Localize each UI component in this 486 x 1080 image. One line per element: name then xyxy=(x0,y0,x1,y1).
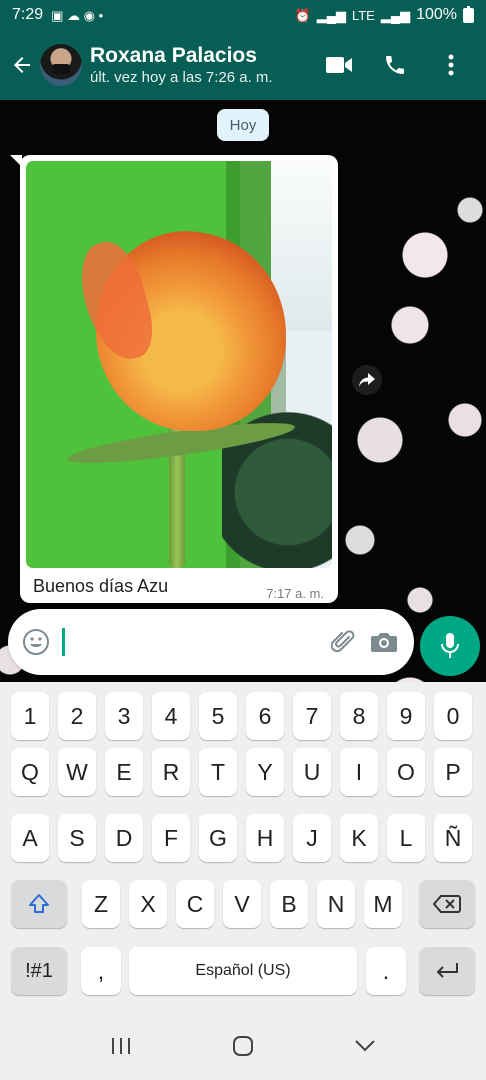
key-f[interactable]: F xyxy=(152,814,190,862)
period-key[interactable]: . xyxy=(366,947,406,995)
key-w[interactable]: W xyxy=(58,748,96,796)
key-e[interactable]: E xyxy=(105,748,143,796)
camera-icon[interactable] xyxy=(364,622,404,662)
message-input[interactable] xyxy=(62,622,324,662)
battery-icon xyxy=(463,5,474,23)
key-3[interactable]: 3 xyxy=(105,692,143,740)
key-y[interactable]: Y xyxy=(246,748,284,796)
key-p[interactable]: P xyxy=(434,748,472,796)
last-seen-status: últ. vez hoy a las 7:26 a. m. xyxy=(90,69,273,86)
message-caption: Buenos días Azu xyxy=(33,576,169,596)
video-call-icon[interactable] xyxy=(320,46,358,84)
battery-percent: 100% xyxy=(416,6,457,23)
recent-apps-icon[interactable] xyxy=(96,1026,146,1066)
shift-key[interactable] xyxy=(11,880,67,928)
system-nav-bar xyxy=(0,1012,486,1080)
backspace-key[interactable] xyxy=(419,880,475,928)
message-time: 7:17 a. m. xyxy=(266,586,324,601)
key-n[interactable]: N xyxy=(317,880,355,928)
key-x[interactable]: X xyxy=(129,880,167,928)
microphone-icon xyxy=(441,633,459,658)
microphone-button[interactable] xyxy=(420,616,480,676)
keyboard: 1234567890 QWERTYUIOP ASDFGHJKLÑ ZXCVBNM… xyxy=(0,682,486,1012)
message-input-bar xyxy=(8,609,414,675)
key-1[interactable]: 1 xyxy=(11,692,49,740)
key-m[interactable]: M xyxy=(364,880,402,928)
notification-icons: ▣ ☁ ◉ • xyxy=(51,7,104,23)
key-h[interactable]: H xyxy=(246,814,284,862)
comma-key[interactable]: , xyxy=(81,947,121,995)
contact-name: Roxana Palacios xyxy=(90,44,257,67)
status-time: 7:29 xyxy=(12,6,44,23)
message-photo[interactable] xyxy=(26,161,332,568)
key-o[interactable]: O xyxy=(387,748,425,796)
chat-header: Roxana Palacios últ. vez hoy a las 7:26 … xyxy=(0,30,486,100)
key-2[interactable]: 2 xyxy=(58,692,96,740)
forward-icon[interactable] xyxy=(352,365,382,395)
key-c[interactable]: C xyxy=(176,880,214,928)
key-s[interactable]: S xyxy=(58,814,96,862)
key-9[interactable]: 9 xyxy=(387,692,425,740)
avatar[interactable] xyxy=(40,44,82,86)
key-d[interactable]: D xyxy=(105,814,143,862)
key-j[interactable]: J xyxy=(293,814,331,862)
alarm-icon: ⏰ xyxy=(294,7,311,23)
key-v[interactable]: V xyxy=(223,880,261,928)
key-6[interactable]: 6 xyxy=(246,692,284,740)
emoji-icon[interactable] xyxy=(18,624,54,660)
key-t[interactable]: T xyxy=(199,748,237,796)
key-a[interactable]: A xyxy=(11,814,49,862)
text-cursor xyxy=(62,628,65,656)
message-bubble[interactable]: Buenos días Azu 7:17 a. m. xyxy=(10,155,338,603)
phone-call-icon[interactable] xyxy=(376,46,414,84)
wifi-icon: ▂▄▆ xyxy=(316,7,346,23)
lte-label: LTE xyxy=(351,7,375,23)
home-icon[interactable] xyxy=(218,1026,268,1066)
more-options-icon[interactable] xyxy=(432,46,470,84)
key-b[interactable]: B xyxy=(270,880,308,928)
date-chip: Hoy xyxy=(217,109,269,141)
key-ñ[interactable]: Ñ xyxy=(434,814,472,862)
enter-key[interactable] xyxy=(419,947,475,995)
key-u[interactable]: U xyxy=(293,748,331,796)
key-0[interactable]: 0 xyxy=(434,692,472,740)
signal-icon: ▂▄▆ xyxy=(380,7,411,23)
key-g[interactable]: G xyxy=(199,814,237,862)
key-q[interactable]: Q xyxy=(11,748,49,796)
chat-area[interactable]: Hoy Buenos días Azu 7:17 a. m. xyxy=(0,100,486,682)
key-8[interactable]: 8 xyxy=(340,692,378,740)
status-bar: 7:29 ▣ ☁ ◉ • ⏰ ▂▄▆ LTE ▂▄▆ 100% xyxy=(0,0,486,30)
hide-keyboard-icon[interactable] xyxy=(340,1026,390,1066)
key-4[interactable]: 4 xyxy=(152,692,190,740)
key-z[interactable]: Z xyxy=(82,880,120,928)
key-5[interactable]: 5 xyxy=(199,692,237,740)
space-key[interactable]: Español (US) xyxy=(129,947,357,995)
attach-icon[interactable] xyxy=(324,622,364,662)
contact-info[interactable]: Roxana Palacios últ. vez hoy a las 7:26 … xyxy=(90,43,320,87)
key-r[interactable]: R xyxy=(152,748,190,796)
key-i[interactable]: I xyxy=(340,748,378,796)
key-l[interactable]: L xyxy=(387,814,425,862)
symbols-key[interactable]: !#1 xyxy=(11,947,67,995)
key-7[interactable]: 7 xyxy=(293,692,331,740)
back-arrow-icon[interactable] xyxy=(2,45,42,85)
key-k[interactable]: K xyxy=(340,814,378,862)
